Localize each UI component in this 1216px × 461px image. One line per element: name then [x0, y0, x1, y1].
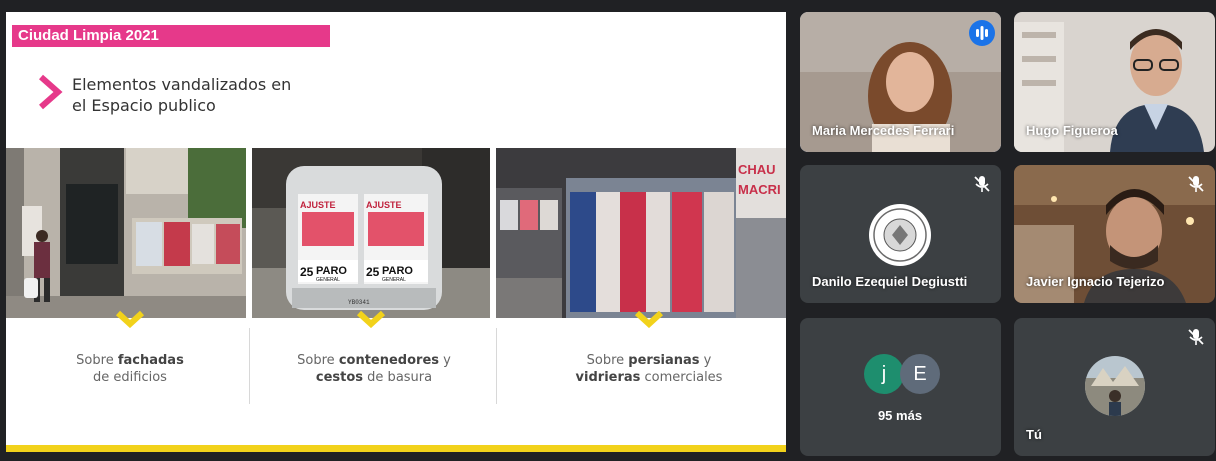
- participant-tile-javier[interactable]: Javier Ignacio Tejerizo: [1014, 165, 1215, 303]
- poster-text-general-2: GENERAL: [382, 277, 406, 283]
- participant-tile-hugo[interactable]: Hugo Figueroa: [1014, 12, 1215, 152]
- poster-text-ajuste-1: AJUSTE: [300, 200, 336, 210]
- poster-text-paro-1: PARO: [316, 265, 347, 277]
- caption-text: Sobre: [586, 353, 629, 368]
- poster-text-num-1: 25: [300, 265, 314, 279]
- poster-text-general-1: GENERAL: [316, 277, 340, 283]
- poster-text-paro-2: PARO: [382, 265, 413, 277]
- caption-bold: fachadas: [117, 353, 184, 368]
- participant-name: Javier Ignacio Tejerizo: [1026, 274, 1165, 289]
- slide-heading: Elementos vandalizados en el Espacio pub…: [72, 74, 332, 116]
- chevron-right-icon: [39, 74, 63, 110]
- caption-fachadas: Sobre fachadas de edificios: [15, 352, 245, 386]
- poster-text-chau: CHAU: [738, 162, 776, 177]
- caption-text: Sobre: [76, 353, 118, 368]
- caption-contenedores: Sobre contenedores y cestos de basura: [259, 352, 489, 386]
- participant-tile-self[interactable]: Tú: [1014, 318, 1215, 456]
- more-participants-count: 95 más: [877, 408, 923, 423]
- participant-name: Maria Mercedes Ferrari: [812, 123, 955, 138]
- caption-bold: cestos: [315, 370, 364, 385]
- institution-seal-avatar: [869, 204, 931, 266]
- caption-text: y: [439, 353, 451, 368]
- more-participants-tile[interactable]: j E 95 más: [800, 318, 1001, 456]
- participant-tile-danilo[interactable]: Danilo Ezequiel Degiustti: [800, 165, 1001, 303]
- participant-tile-maria[interactable]: Maria Mercedes Ferrari: [800, 12, 1001, 152]
- poster-text-macri: MACRI: [738, 182, 781, 197]
- shutters-photo: CHAU MACRI: [496, 148, 786, 318]
- caption-text: de basura: [363, 370, 433, 385]
- slide-bottom-bar: [6, 445, 786, 452]
- caption-divider: [496, 328, 497, 404]
- self-avatar: [1085, 356, 1145, 416]
- speaking-icon: [969, 20, 995, 46]
- facade-photo: [6, 148, 246, 318]
- participant-avatar: E: [900, 354, 940, 394]
- caption-persianas: Sobre persianas y vidrieras comerciales: [534, 352, 764, 386]
- caption-bold: persianas: [628, 353, 700, 368]
- mic-off-icon: [974, 176, 990, 192]
- participant-name: Tú: [1026, 427, 1042, 442]
- caption-bold: vidrieras: [575, 370, 641, 385]
- mic-off-icon: [1188, 329, 1204, 345]
- heading-line-1: Elementos vandalizados en: [72, 75, 292, 94]
- caption-text: y: [699, 353, 712, 368]
- poster-text-num-2: 25: [366, 265, 380, 279]
- heading-line-2: el Espacio publico: [72, 96, 216, 115]
- caption-divider: [249, 328, 250, 404]
- caption-text: Sobre: [297, 353, 339, 368]
- container-plate: YB0341: [348, 299, 370, 306]
- presentation-slide: Ciudad Limpia 2021 Elementos vandalizado…: [6, 12, 786, 452]
- caption-bold: contenedores: [338, 353, 440, 368]
- poster-text-ajuste-2: AJUSTE: [366, 200, 402, 210]
- mic-off-icon: [1188, 176, 1204, 192]
- participant-avatar: j: [864, 354, 904, 394]
- marker-arrow-icon: [634, 310, 664, 328]
- caption-text: de edificios: [93, 370, 167, 385]
- participant-name: Danilo Ezequiel Degiustti: [812, 274, 968, 289]
- container-photo: AJUSTE AJUSTE 25 PARO 25 PARO GENERAL GE…: [252, 148, 490, 318]
- slide-tag: Ciudad Limpia 2021: [12, 25, 330, 47]
- participant-name: Hugo Figueroa: [1026, 123, 1118, 138]
- marker-arrow-icon: [115, 310, 145, 328]
- photo-strip: AJUSTE AJUSTE 25 PARO 25 PARO GENERAL GE…: [6, 148, 786, 318]
- caption-text: comerciales: [640, 370, 723, 385]
- marker-arrow-icon: [356, 310, 386, 328]
